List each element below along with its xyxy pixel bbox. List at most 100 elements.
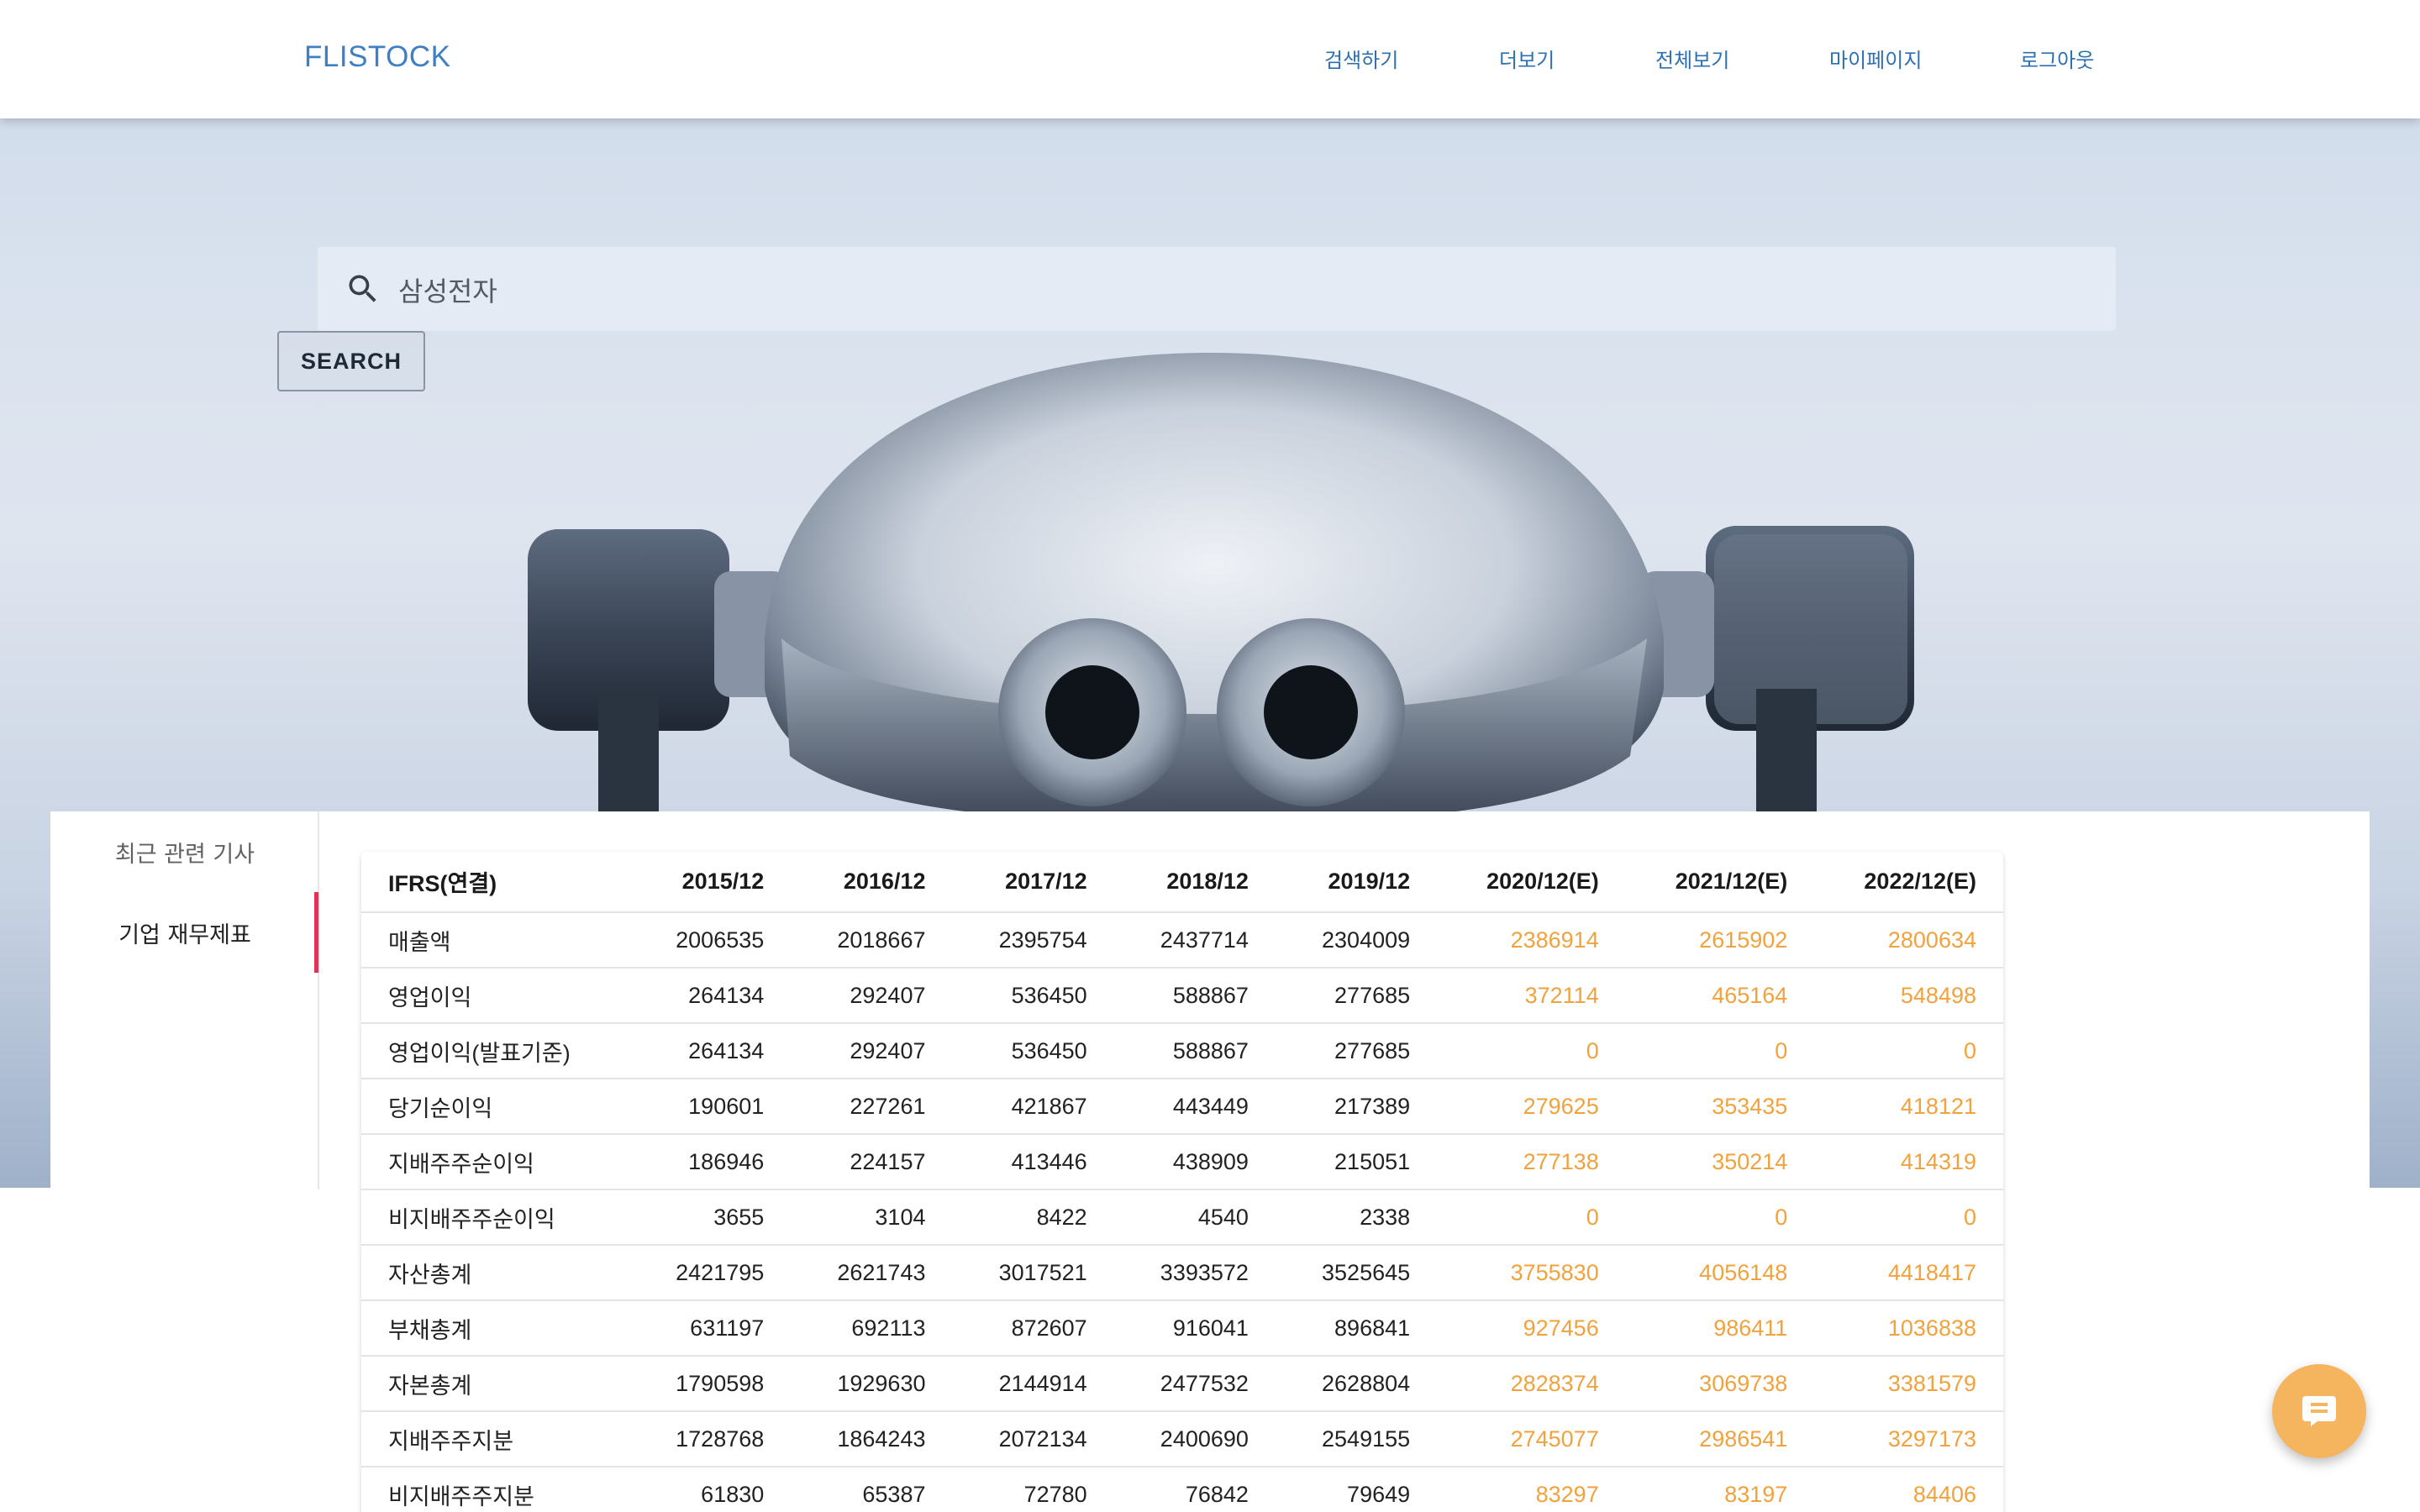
table-cell: 350214 [1625,1134,1815,1190]
table-cell: 443449 [1113,1079,1276,1135]
table-cell: 2421795 [629,1245,792,1301]
nav-view-all[interactable]: 전체보기 [1655,44,1729,73]
column-header: 2017/12 [952,852,1114,913]
table-cell: 2621743 [791,1245,953,1301]
table-row: 비지배주주지분 61830 65387 72780 76842 79649 83297 831… [361,1467,2003,1512]
chat-button[interactable] [2272,1364,2366,1458]
table-cell: 0 [1814,1189,2003,1246]
table-cell: 4056148 [1625,1245,1815,1301]
table-cell: 536450 [952,968,1114,1024]
table-cell: 2800634 [1814,912,2003,969]
active-tab-indicator [314,892,318,973]
chat-bubble-icon [2302,1396,2336,1426]
row-label: 영업이익(발표기준) [361,1023,630,1079]
financial-table-card: IFRS(연결) 2015/12 2016/12 2017/12 2018/12… [361,852,2003,1512]
column-header: 2018/12 [1113,852,1276,913]
table-cell: 418121 [1814,1079,2003,1135]
table-cell: 588867 [1113,968,1276,1024]
table-cell: 65387 [791,1467,953,1512]
table-cell: 1728768 [629,1411,792,1467]
table-row: 당기순이익 190601 227261 421867 443449 217389 27962… [361,1079,2003,1135]
table-cell: 438909 [1113,1134,1276,1190]
table-cell: 277685 [1275,1023,1438,1079]
table-cell: 2628804 [1275,1356,1438,1412]
table-cell: 2395754 [952,912,1114,969]
search-icon [349,275,376,302]
table-cell: 83297 [1437,1467,1626,1512]
table-cell: 986411 [1625,1300,1815,1357]
row-label: 자산총계 [361,1245,630,1301]
table-cell: 2386914 [1437,912,1626,969]
table-cell: 76842 [1113,1467,1276,1512]
table-cell: 916041 [1113,1300,1276,1357]
row-label: 비지배주주순이익 [361,1189,630,1246]
table-cell: 2144914 [952,1356,1114,1412]
table-cell: 3069738 [1625,1356,1815,1412]
table-cell: 2437714 [1113,912,1276,969]
table-cell: 2338 [1275,1189,1438,1246]
table-cell: 264134 [629,1023,792,1079]
table-row: 비지배주주순이익 3655 3104 8422 4540 2338 0 0 0 [361,1189,2003,1246]
table-cell: 0 [1625,1023,1815,1079]
nav-search[interactable]: 검색하기 [1324,44,1398,73]
table-cell: 548498 [1814,968,2003,1024]
row-label: 지배주주지분 [361,1411,630,1467]
table-row: 영업이익 264134 292407 536450 588867 277685 372114… [361,968,2003,1024]
table-cell: 0 [1437,1189,1626,1246]
tab-financial-statements[interactable]: 기업 재무제표 [50,892,319,973]
table-cell: 1929630 [791,1356,953,1412]
tab-recent-articles[interactable]: 최근 관련 기사 [50,811,319,892]
table-cell: 2828374 [1437,1356,1626,1412]
table-cell: 2400690 [1113,1411,1276,1467]
table-row: 자본총계 1790598 1929630 2144914 2477532 2628804 2… [361,1356,2003,1412]
table-cell: 372114 [1437,968,1626,1024]
table-cell: 896841 [1275,1300,1438,1357]
table-cell: 1036838 [1814,1300,2003,1357]
row-label: 지배주주순이익 [361,1134,630,1190]
column-header: 2015/12 [629,852,792,913]
row-label: 영업이익 [361,968,630,1024]
search-input-value[interactable]: 삼성전자 [398,270,497,309]
table-cell: 0 [1625,1189,1815,1246]
table-cell: 217389 [1275,1079,1438,1135]
table-cell: 3393572 [1113,1245,1276,1301]
table-cell: 536450 [952,1023,1114,1079]
table-cell: 72780 [952,1467,1114,1512]
table-cell: 2986541 [1625,1411,1815,1467]
nav-logout[interactable]: 로그아웃 [2020,44,2094,73]
column-header: 2016/12 [791,852,953,913]
column-header: 2022/12(E) [1814,852,2003,913]
table-cell: 292407 [791,1023,953,1079]
table-cell: 588867 [1113,1023,1276,1079]
table-cell: 2477532 [1113,1356,1276,1412]
table-header-row: IFRS(연결) 2015/12 2016/12 2017/12 2018/12… [361,852,2003,913]
table-cell: 224157 [791,1134,953,1190]
table-cell: 3297173 [1814,1411,2003,1467]
content-panel: 최근 관련 기사 기업 재무제표 IFRS(연결) 2015/12 2016/1… [50,811,2370,1512]
table-cell: 692113 [791,1300,953,1357]
table-cell: 186946 [629,1134,792,1190]
table-cell: 4418417 [1814,1245,2003,1301]
brand-logo[interactable]: FLISTOCK [304,40,451,74]
column-header: 2019/12 [1275,852,1438,913]
table-cell: 4540 [1113,1189,1276,1246]
nav-more[interactable]: 더보기 [1499,44,1555,73]
table-cell: 2072134 [952,1411,1114,1467]
column-header: IFRS(연결) [361,852,630,913]
row-label: 부채총계 [361,1300,630,1357]
table-row: 지배주주지분 1728768 1864243 2072134 2400690 254915… [361,1411,2003,1467]
search-button[interactable]: SEARCH [277,331,425,391]
search-input[interactable]: 삼성전자 [318,247,2116,331]
table-cell: 2615902 [1625,912,1815,969]
table-cell: 2018667 [791,912,953,969]
row-label: 비지배주주지분 [361,1467,630,1512]
nav-mypage[interactable]: 마이페이지 [1829,44,1922,73]
table-cell: 215051 [1275,1134,1438,1190]
table-cell: 3755830 [1437,1245,1626,1301]
table-cell: 631197 [629,1300,792,1357]
table-cell: 3655 [629,1189,792,1246]
table-cell: 2745077 [1437,1411,1626,1467]
table-cell: 292407 [791,968,953,1024]
table-row: 영업이익(발표기준) 264134 292407 536450 588867 277685… [361,1023,2003,1079]
table-cell: 83197 [1625,1467,1815,1512]
